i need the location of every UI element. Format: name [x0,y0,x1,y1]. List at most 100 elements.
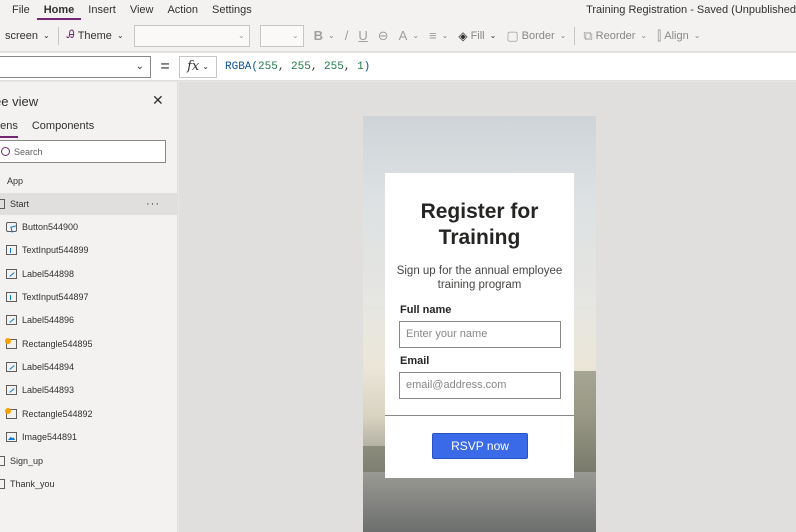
tree-item-start[interactable]: Start ··· [0,193,178,215]
tree-item-image544891[interactable]: Image544891 [0,426,178,448]
tab-components[interactable]: Components [32,118,94,138]
new-screen-button[interactable]: screen ⌄ [0,20,55,52]
form-subtitle: Sign up for the annual employee training… [396,265,563,291]
strikethrough-button[interactable]: ⊖ [373,20,394,52]
bold-button[interactable]: B ⌄ [309,20,340,52]
align-icon: ⫿ [657,27,662,43]
label-icon [6,385,17,395]
tree-item-textinput544897[interactable]: TextInput544897 [0,286,178,308]
font-color-icon: A [398,28,408,43]
font-color-button[interactable]: A ⌄ [394,20,424,52]
menu-insert[interactable]: Insert [81,0,123,20]
property-dropdown[interactable]: ⌄ [0,55,151,78]
tree-item-label: Label544893 [22,385,75,395]
menu-settings[interactable]: Settings [205,0,259,20]
search-input[interactable]: Search [0,140,166,163]
full-name-label: Full name [400,304,452,316]
screen-icon [0,199,5,209]
ribbon-toolbar: screen ⌄ Ꭿ Theme ⌄ ⌄ ⌄ B ⌄ / U ⊖ A ⌄ ≡ ⌄… [0,20,796,52]
reorder-label: Reorder [595,29,636,42]
tree-item-label: TextInput544899 [22,245,89,255]
tree-view-title: ee view [0,94,39,109]
formula-arg: 255 [324,60,344,73]
theme-icon: Ꭿ [66,29,75,41]
search-placeholder: Search [14,146,43,157]
form-divider [385,415,574,416]
formula-bar: ⌄ = fx ⌄ RGBA(255, 255, 255, 1) [0,53,796,81]
reorder-icon: ⧉ [583,27,593,43]
bold-icon: B [313,28,324,43]
menu-file[interactable]: File [0,0,37,20]
strikethrough-icon: ⊖ [377,27,389,43]
italic-button[interactable]: / [340,20,354,52]
font-family-dropdown[interactable]: ⌄ [133,24,250,47]
tree-item-rectangle544892[interactable]: Rectangle544892 [0,403,178,425]
tree-item-button544900[interactable]: Button544900 [0,216,178,238]
rectangle-icon [5,408,17,419]
underline-button[interactable]: U [353,20,372,52]
label-icon [6,362,17,372]
tree-item-label: Image544891 [22,432,78,442]
form-title: Register for Training [420,200,539,249]
more-options-icon[interactable]: ··· [146,198,160,210]
align-label: Align [664,29,689,42]
formula-arg: 255 [258,60,278,73]
tree-item-label544896[interactable]: Label544896 [0,309,178,331]
fx-icon: fx [187,59,200,74]
close-icon[interactable]: ✕ [152,92,164,109]
fill-button[interactable]: ◈ Fill ⌄ [453,20,501,52]
email-input[interactable]: email@address.com [399,372,561,399]
toolbar-divider [57,26,59,45]
tab-screens[interactable]: eens [0,118,18,138]
reorder-button[interactable]: ⧉ Reorder ⌄ [578,20,652,52]
tree-item-label544898[interactable]: Label544898 [0,263,178,285]
underline-icon: U [358,28,368,43]
tree-item-sign-up[interactable]: Sign_up [0,450,178,472]
button-icon [6,222,17,232]
form-card: Register for Training Sign up for the an… [385,173,574,478]
tree-item-label544894[interactable]: Label544894 [0,356,178,378]
theme-button[interactable]: Ꭿ Theme ⌄ [62,20,129,52]
chevron-down-icon: ⌄ [135,61,144,72]
text-align-button[interactable]: ≡ ⌄ [424,20,453,52]
chevron-down-icon: ⌄ [693,31,701,40]
formula-input[interactable]: RGBA(255, 255, 255, 1) [225,61,370,73]
chevron-down-icon: ⌄ [291,31,299,40]
tree-item-rectangle544895[interactable]: Rectangle544895 [0,333,178,355]
email-label: Email [400,355,430,367]
tree-item-label: Rectangle544892 [22,409,93,419]
menu-home[interactable]: Home [36,0,82,20]
app-screen-preview[interactable]: Register for Training Sign up for the an… [363,116,596,532]
full-name-input[interactable]: Enter your name [399,321,561,348]
align-button[interactable]: ⫿ Align ⌄ [652,20,705,52]
tree-item-textinput544899[interactable]: TextInput544899 [0,239,178,261]
chevron-down-icon: ⌄ [412,31,420,40]
font-size-dropdown[interactable]: ⌄ [259,24,304,47]
rectangle-icon [5,338,17,349]
tree-item-thank-you[interactable]: Thank_you [0,473,178,495]
border-button[interactable]: ▢ Border ⌄ [501,20,571,52]
tree-item-label544893[interactable]: Label544893 [0,379,178,401]
tree-item-label: Thank_you [10,479,55,489]
toolbar-divider [574,26,576,45]
text-input-icon [6,292,17,302]
chevron-down-icon: ⌄ [116,31,124,40]
menu-view[interactable]: View [123,0,161,20]
tree-view-panel: ee view ✕ eens Components Search App Sta… [0,82,178,532]
chevron-down-icon: ⌄ [43,31,50,40]
tree-item-label: Button544900 [22,222,79,232]
tree-item-app[interactable]: App [0,170,178,192]
chevron-down-icon: ⌄ [640,31,648,40]
menu-action[interactable]: Action [160,0,205,20]
tree-item-label: Start [10,199,30,209]
formula-function: RGBA( [225,60,259,73]
chevron-down-icon: ⌄ [328,31,335,40]
tree-view-tabs: eens Components [0,118,108,138]
label-icon [6,315,17,325]
tree-item-label: Label544896 [22,315,75,325]
formula-close: ) [363,60,371,73]
function-button[interactable]: fx ⌄ [179,55,217,78]
rsvp-button[interactable]: RSVP now [432,433,528,459]
chevron-down-icon: ⌄ [559,31,567,40]
screen-icon [0,456,5,466]
